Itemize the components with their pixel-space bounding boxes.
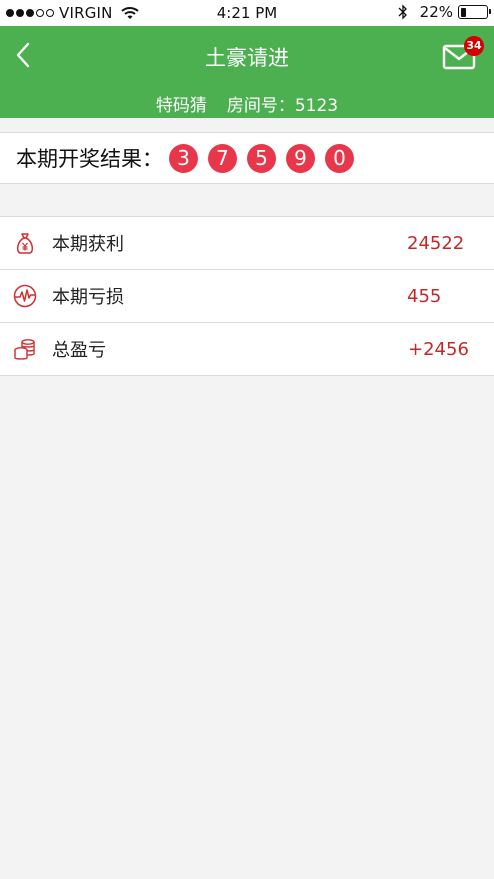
list-item-profit[interactable]: 本期获利 24522	[0, 217, 494, 270]
status-right: 22%	[398, 3, 491, 21]
coins-icon	[14, 339, 35, 360]
page-title: 土豪请进	[205, 46, 289, 70]
battery-level	[460, 7, 466, 17]
list-item-value: 24522	[407, 232, 465, 254]
pulse-icon	[13, 284, 37, 308]
battery-percent: 22%	[419, 3, 453, 21]
list-item-total[interactable]: 总盈亏 +2456	[0, 323, 494, 376]
app-header: 土豪请进 特码猜 房间号：5123 34	[0, 26, 494, 118]
result-ball: 5	[247, 143, 276, 173]
status-bar: VIRGIN 4:21 PM 22%	[0, 0, 494, 26]
result-ball: 0	[325, 143, 354, 173]
battery-icon	[458, 5, 491, 19]
result-ball: 9	[286, 143, 315, 173]
money-bag-icon	[16, 233, 34, 254]
room-info: 特码猜 房间号：5123	[0, 91, 494, 116]
list-item-value: +2456	[408, 338, 469, 360]
mail-button[interactable]: 34	[442, 36, 484, 72]
bluetooth-icon	[398, 4, 407, 20]
result-ball: 7	[208, 143, 237, 173]
list-item-label: 本期获利	[52, 234, 124, 255]
list-item-value: 455	[407, 285, 442, 307]
draw-result-label: 本期开奖结果：	[16, 147, 163, 171]
list-item-label: 本期亏损	[52, 287, 124, 308]
game-name: 特码猜	[155, 96, 207, 116]
room-number: 房间号：5123	[226, 96, 339, 116]
list-item-label: 总盈亏	[52, 340, 106, 361]
list-item-loss[interactable]: 本期亏损 455	[0, 270, 494, 323]
result-ball: 3	[169, 143, 198, 173]
stats-list: 本期获利 24522 本期亏损 455 总盈亏 +2456	[0, 216, 494, 376]
draw-result-row: 本期开奖结果： 3 7 5 9 0	[0, 132, 494, 184]
unread-badge: 34	[464, 36, 484, 56]
